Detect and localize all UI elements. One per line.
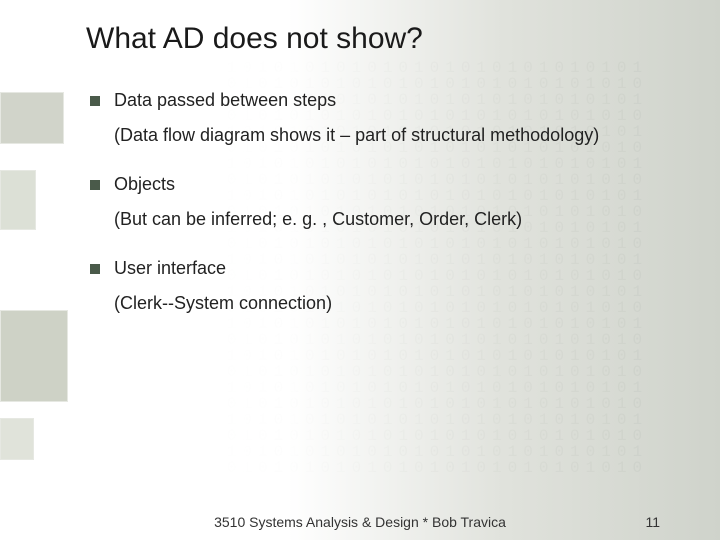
item-heading: Objects: [114, 174, 175, 195]
footer-text: 3510 Systems Analysis & Design * Bob Tra…: [214, 514, 506, 530]
item-heading: Data passed between steps: [114, 90, 336, 111]
list-item: Objects (But can be inferred; e. g. , Cu…: [90, 174, 682, 230]
item-heading: User interface: [114, 258, 226, 279]
list-item: Data passed between steps (Data flow dia…: [90, 90, 682, 146]
bullet-list: Data passed between steps (Data flow dia…: [90, 90, 682, 314]
slide-title: What AD does not show?: [86, 22, 682, 56]
square-bullet-icon: [90, 96, 100, 106]
list-item: User interface (Clerk--System connection…: [90, 258, 682, 314]
item-detail: (Clerk--System connection): [114, 293, 682, 314]
slide-content: What AD does not show? Data passed betwe…: [0, 0, 720, 540]
item-detail: (Data flow diagram shows it – part of st…: [114, 125, 682, 146]
page-number: 11: [645, 514, 660, 530]
square-bullet-icon: [90, 264, 100, 274]
item-detail: (But can be inferred; e. g. , Customer, …: [114, 209, 682, 230]
square-bullet-icon: [90, 180, 100, 190]
